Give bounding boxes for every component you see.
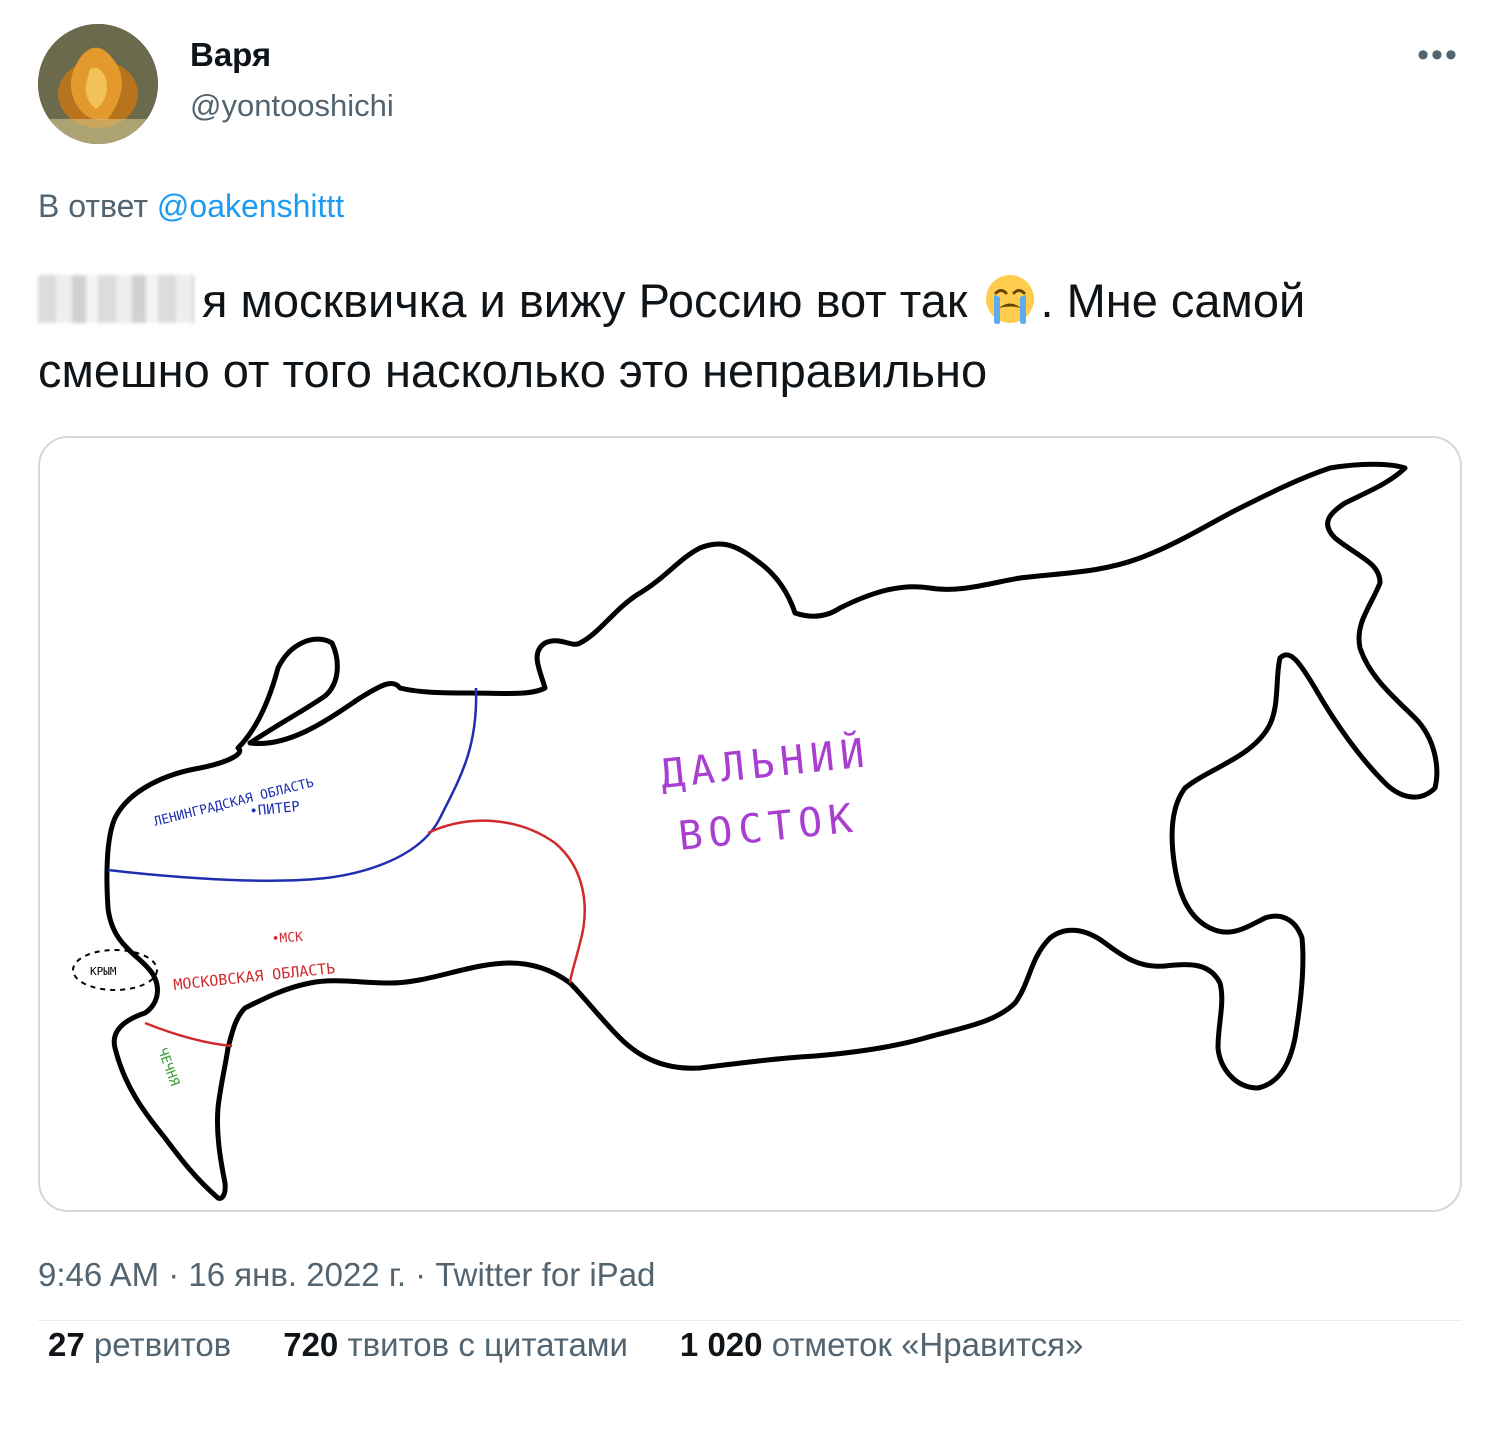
user-handle[interactable]: @yontooshichi (190, 88, 394, 124)
reply-prefix: В ответ (38, 188, 149, 224)
label-chechnya: ЧЕЧНЯ (154, 1046, 182, 1088)
moscow-border (427, 819, 586, 984)
tweet-metadata: 9:46 AM · 16 янв. 2022 г. · Twitter for … (38, 1256, 655, 1294)
russia-map-drawing: ЛЕНИНГРАДСКАЯ ОБЛАСТЬ •ПИТЕР •МСК МОСКОВ… (72, 461, 1440, 1201)
quotes-label: твитов с цитатами (347, 1326, 628, 1363)
reply-context: В ответ @oakenshittt (38, 188, 344, 225)
tweet-text: я москвичка и вижу Россию вот так . Мне … (38, 266, 1458, 406)
likes-stat[interactable]: 1 020 отметок «Нравится» (680, 1326, 1083, 1364)
retweets-count: 27 (48, 1326, 85, 1363)
meta-separator: · (406, 1256, 436, 1293)
label-crimea: КРЫМ (90, 965, 117, 978)
tweet-media-image[interactable]: ЛЕНИНГРАДСКАЯ ОБЛАСТЬ •ПИТЕР •МСК МОСКОВ… (38, 436, 1462, 1212)
divider-top (38, 1320, 1462, 1321)
likes-count: 1 020 (679, 1326, 763, 1363)
display-name[interactable]: Варя (190, 36, 271, 74)
label-far-east-line1: ДАЛЬНИЙ (658, 728, 872, 798)
tweet-text-part1: я москвичка и вижу Россию вот так (202, 274, 968, 327)
loudly-crying-face-icon (984, 273, 1036, 325)
more-options-icon[interactable]: ••• (1410, 36, 1466, 74)
meta-separator: · (159, 1256, 189, 1293)
tweet-time[interactable]: 9:46 AM (38, 1256, 159, 1293)
retweets-label: ретвитов (93, 1326, 232, 1363)
label-msk: •МСК (271, 930, 303, 947)
label-moscow-region: МОСКОВСКАЯ ОБЛАСТЬ (173, 959, 337, 994)
quotes-count: 720 (283, 1326, 339, 1363)
redacted-mention (38, 275, 194, 323)
tweet-source-app[interactable]: Twitter for iPad (435, 1256, 655, 1293)
label-far-east-line2: ВОСТОК (676, 795, 860, 860)
tweet-date[interactable]: 16 янв. 2022 г. (188, 1256, 406, 1293)
retweets-stat[interactable]: 27 ретвитов (48, 1326, 231, 1364)
avatar[interactable] (38, 24, 158, 144)
reply-mention-link[interactable]: @oakenshittt (157, 188, 344, 224)
likes-label: отметок «Нравится» (771, 1326, 1084, 1363)
tweet-stats: 27 ретвитов 720 твитов с цитатами 1 020 … (48, 1326, 1083, 1364)
quote-tweets-stat[interactable]: 720 твитов с цитатами (283, 1326, 628, 1364)
avatar-image (38, 24, 158, 144)
